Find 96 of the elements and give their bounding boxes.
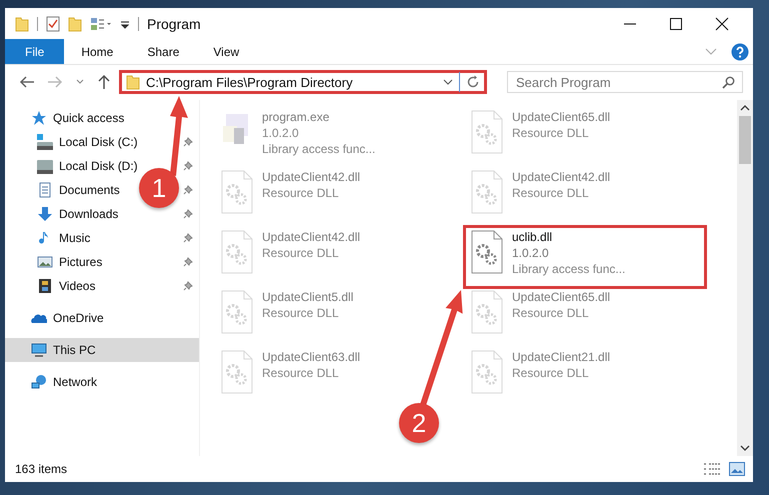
file-detail: Library access func... bbox=[512, 262, 626, 276]
dropdown-icon[interactable] bbox=[443, 78, 453, 86]
file-detail: Resource DLL bbox=[262, 186, 340, 200]
ribbon-tab[interactable]: Home bbox=[64, 39, 130, 64]
file-name: UpdateClient65.dll bbox=[512, 290, 610, 304]
details-view-icon[interactable] bbox=[703, 462, 721, 476]
gear-file-icon bbox=[470, 290, 504, 334]
file-detail: 1.0.2.0 bbox=[512, 246, 550, 260]
callout-number: 1 bbox=[139, 168, 179, 208]
gear-file-icon bbox=[470, 170, 504, 214]
file-item[interactable]: uclib.dll 1.0.2.0 Library access func... bbox=[466, 228, 704, 286]
properties-icon[interactable] bbox=[46, 16, 60, 32]
gear-file-icon bbox=[220, 170, 254, 214]
document-icon bbox=[37, 182, 53, 198]
file-detail: Resource DLL bbox=[262, 246, 340, 260]
file-name: UpdateClient42.dll bbox=[262, 230, 360, 244]
ribbon-tab[interactable]: File bbox=[5, 39, 64, 64]
monitor-icon bbox=[31, 342, 47, 358]
download-icon bbox=[37, 206, 53, 222]
file-name: UpdateClient63.dll bbox=[262, 350, 360, 364]
file-item[interactable]: UpdateClient42.dll Resource DLL bbox=[216, 168, 364, 226]
pin-icon[interactable] bbox=[183, 233, 193, 243]
pin-icon[interactable] bbox=[183, 161, 193, 171]
file-detail: Library access func... bbox=[262, 142, 376, 156]
item-count: 163 items bbox=[15, 462, 68, 476]
sidebar-item[interactable]: Network bbox=[5, 370, 102, 394]
file-item[interactable]: UpdateClient65.dll Resource DLL bbox=[466, 108, 614, 166]
sidebar-item[interactable]: Quick access bbox=[5, 106, 128, 130]
file-detail: Resource DLL bbox=[262, 366, 340, 380]
gear-file-icon bbox=[470, 110, 504, 154]
scrollbar-thumb[interactable] bbox=[739, 116, 751, 164]
gear-file-icon bbox=[220, 350, 254, 394]
callout-number: 2 bbox=[399, 403, 439, 443]
refresh-icon[interactable] bbox=[466, 75, 480, 89]
network-icon bbox=[31, 374, 47, 390]
sidebar-item[interactable]: Local Disk (D:) bbox=[5, 154, 142, 178]
pin-icon[interactable] bbox=[183, 281, 193, 291]
search-icon bbox=[722, 76, 735, 89]
pin-icon[interactable] bbox=[183, 209, 193, 219]
file-detail: Resource DLL bbox=[512, 306, 590, 320]
file-name: UpdateClient21.dll bbox=[512, 350, 610, 364]
file-item[interactable]: UpdateClient21.dll Resource DLL bbox=[466, 348, 614, 406]
file-item[interactable]: UpdateClient63.dll Resource DLL bbox=[216, 348, 364, 406]
maximize-icon[interactable] bbox=[669, 16, 683, 30]
scroll-down-icon[interactable] bbox=[740, 444, 750, 452]
help-icon[interactable] bbox=[731, 42, 749, 60]
pin-icon[interactable] bbox=[183, 257, 193, 267]
file-detail: Resource DLL bbox=[512, 366, 590, 380]
sidebar-item[interactable]: Videos bbox=[5, 274, 100, 298]
sidebar-item[interactable]: This PC bbox=[5, 338, 199, 362]
search-field[interactable]: Search Program bbox=[507, 71, 743, 93]
large-icons-view-icon[interactable] bbox=[729, 462, 745, 476]
scroll-up-icon[interactable] bbox=[740, 104, 750, 112]
film-icon bbox=[37, 278, 53, 294]
ribbon-tab[interactable]: View bbox=[196, 39, 256, 64]
pin-icon[interactable] bbox=[183, 185, 193, 195]
file-item[interactable]: UpdateClient5.dll Resource DLL bbox=[216, 288, 358, 346]
ribbon-tab[interactable]: Share bbox=[130, 39, 196, 64]
file-detail: Resource DLL bbox=[512, 126, 590, 140]
close-icon[interactable] bbox=[715, 16, 729, 30]
pin-icon[interactable] bbox=[183, 137, 193, 147]
drive-icon bbox=[37, 134, 53, 150]
file-item[interactable]: program.exe 1.0.2.0 Library access func... bbox=[216, 108, 380, 166]
folder-icon bbox=[126, 74, 140, 90]
back-icon[interactable] bbox=[19, 75, 35, 89]
recent-locations-icon[interactable] bbox=[75, 78, 85, 86]
sidebar-item[interactable]: Local Disk (C:) bbox=[5, 130, 142, 154]
up-icon[interactable] bbox=[97, 74, 111, 90]
gear-file-icon bbox=[220, 290, 254, 334]
file-detail: Resource DLL bbox=[262, 306, 340, 320]
file-item[interactable]: UpdateClient65.dll Resource DLL bbox=[466, 288, 614, 346]
sidebar-item[interactable]: OneDrive bbox=[5, 306, 108, 330]
sidebar-item[interactable]: Downloads bbox=[5, 202, 122, 226]
file-detail: Resource DLL bbox=[512, 186, 590, 200]
expand-ribbon-icon[interactable] bbox=[705, 48, 717, 56]
file-item[interactable]: UpdateClient42.dll Resource DLL bbox=[466, 168, 614, 226]
sidebar-item[interactable]: Music bbox=[5, 226, 94, 250]
file-name: program.exe bbox=[262, 110, 330, 124]
file-item[interactable]: UpdateClient42.dll Resource DLL bbox=[216, 228, 364, 286]
file-name: UpdateClient65.dll bbox=[512, 110, 610, 124]
file-name: UpdateClient5.dll bbox=[262, 290, 354, 304]
gear-file-icon bbox=[470, 350, 504, 394]
sidebar-item[interactable]: Documents bbox=[5, 178, 124, 202]
gear-file-icon bbox=[470, 230, 504, 274]
picture-icon bbox=[37, 254, 53, 270]
file-detail: 1.0.2.0 bbox=[262, 126, 300, 140]
file-name: UpdateClient42.dll bbox=[262, 170, 360, 184]
file-name: uclib.dll bbox=[512, 230, 554, 244]
view-list-icon[interactable] bbox=[90, 16, 112, 32]
window-title: Program bbox=[147, 16, 201, 32]
sidebar-item[interactable]: Pictures bbox=[5, 250, 106, 274]
gear-file-icon bbox=[220, 230, 254, 274]
file-name: UpdateClient42.dll bbox=[512, 170, 610, 184]
drive-icon bbox=[37, 158, 53, 174]
star-icon bbox=[31, 110, 47, 126]
address-bar[interactable]: C:\Program Files\Program Directory bbox=[119, 70, 487, 94]
